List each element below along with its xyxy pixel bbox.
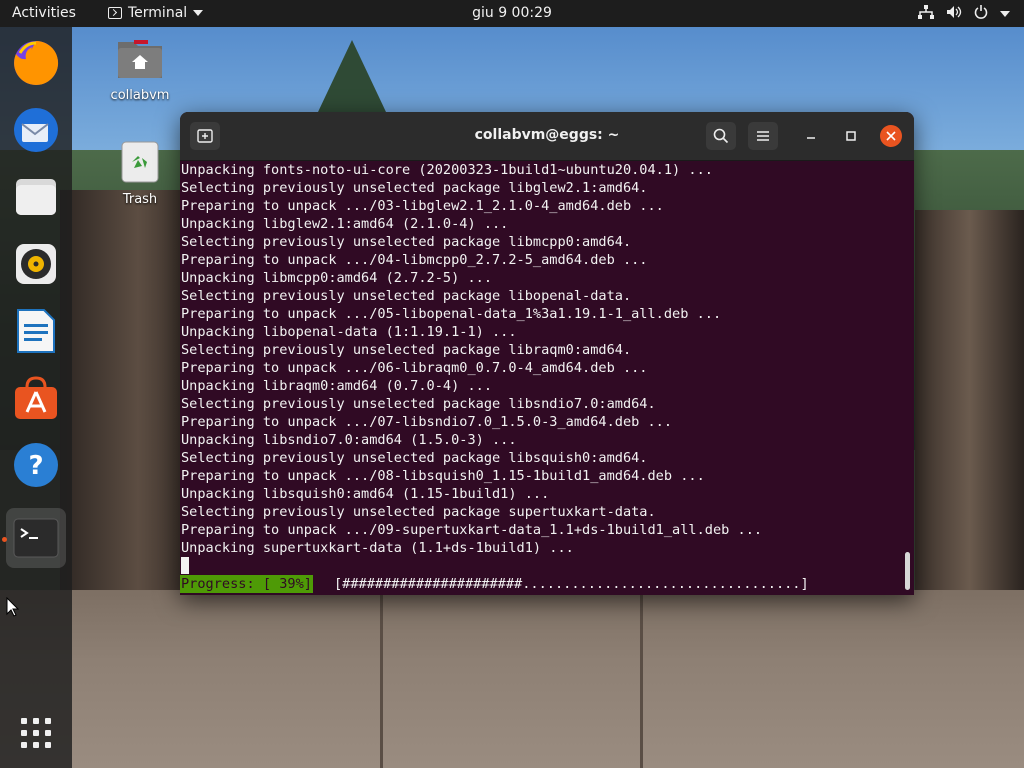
- terminal-line: Preparing to unpack .../04-libmcpp0_2.7.…: [181, 252, 648, 268]
- dock-help[interactable]: ?: [6, 435, 66, 495]
- terminal-line: Selecting previously unselected package …: [181, 504, 656, 520]
- terminal-window: collabvm@eggs: ~ Unpacking fonts-noto-ui…: [180, 112, 914, 595]
- rhythmbox-icon: [16, 244, 56, 284]
- terminal-line: Selecting previously unselected package …: [181, 342, 632, 358]
- search-button[interactable]: [706, 122, 736, 150]
- terminal-line: Preparing to unpack .../09-supertuxkart-…: [181, 522, 763, 538]
- writer-icon: [17, 309, 55, 353]
- terminal-line: Unpacking libopenal-data (1:1.19.1-1) ..…: [181, 324, 517, 340]
- terminal-icon: [108, 7, 122, 19]
- mouse-pointer-icon: [6, 596, 20, 621]
- help-icon: ?: [14, 443, 58, 487]
- terminal-line: Unpacking libsndio7.0:amd64 (1.5.0-3) ..…: [181, 432, 517, 448]
- terminal-line: Unpacking libglew2.1:amd64 (2.1.0-4) ...: [181, 216, 509, 232]
- search-icon: [713, 128, 729, 144]
- close-button[interactable]: [880, 125, 902, 147]
- dock-terminal[interactable]: [6, 508, 66, 568]
- dock-writer[interactable]: [6, 301, 66, 361]
- files-icon: [16, 179, 56, 215]
- chevron-down-icon: [1000, 11, 1010, 17]
- trash-icon: [100, 140, 180, 188]
- maximize-button[interactable]: [840, 125, 862, 147]
- show-applications-button[interactable]: [6, 703, 66, 763]
- terminal-line: Unpacking libsquish0:amd64 (1.15-1build1…: [181, 486, 550, 502]
- progress-label: Progress: [ 39%]: [180, 575, 313, 593]
- dock: ?: [0, 27, 72, 768]
- terminal-line: Preparing to unpack .../03-libglew2.1_2.…: [181, 198, 664, 214]
- top-bar: Activities Terminal giu 9 00:29: [0, 0, 1024, 27]
- desktop-icon-home[interactable]: collabvm: [100, 36, 180, 103]
- minimize-icon: [807, 137, 815, 139]
- terminal-line: Unpacking fonts-noto-ui-core (20200323-1…: [181, 162, 713, 178]
- terminal-line: Unpacking libraqm0:amd64 (0.7.0-4) ...: [181, 378, 492, 394]
- svg-text:?: ?: [28, 451, 43, 481]
- chevron-down-icon: [193, 10, 204, 16]
- dock-firefox[interactable]: [6, 33, 66, 93]
- firefox-icon: [14, 40, 59, 85]
- terminal-line: Selecting previously unselected package …: [181, 234, 632, 250]
- window-titlebar[interactable]: collabvm@eggs: ~: [180, 112, 914, 161]
- running-indicator: [2, 537, 7, 542]
- close-icon: [886, 131, 896, 141]
- app-menu-label: Terminal: [128, 5, 188, 21]
- home-folder-icon: [100, 36, 180, 84]
- dock-thunderbird[interactable]: [6, 100, 66, 160]
- terminal-line: Selecting previously unselected package …: [181, 450, 648, 466]
- terminal-line: Selecting previously unselected package …: [181, 288, 632, 304]
- new-tab-icon: [197, 129, 213, 143]
- terminal-cursor: [181, 557, 189, 574]
- terminal-icon: [13, 518, 59, 558]
- dock-files[interactable]: [6, 167, 66, 227]
- power-icon: [974, 5, 988, 23]
- software-store-icon: [15, 376, 57, 419]
- progress-row: Progress: [ 39%] [######################…: [180, 575, 914, 593]
- terminal-line: Preparing to unpack .../08-libsquish0_1.…: [181, 468, 705, 484]
- activities-button[interactable]: Activities: [12, 5, 76, 21]
- desktop-icon-trash[interactable]: Trash: [100, 140, 180, 207]
- desktop-icon-label: Trash: [122, 192, 158, 207]
- network-icon: [918, 5, 934, 23]
- maximize-icon: [846, 131, 856, 141]
- menu-button[interactable]: [748, 122, 778, 150]
- terminal-line: Selecting previously unselected package …: [181, 396, 656, 412]
- minimize-button[interactable]: [800, 125, 822, 147]
- terminal-line: Selecting previously unselected package …: [181, 180, 648, 196]
- terminal-line: Unpacking supertuxkart-data (1.1+ds-1bui…: [181, 540, 574, 556]
- terminal-output[interactable]: Unpacking fonts-noto-ui-core (20200323-1…: [180, 160, 914, 595]
- progress-bar: [######################.................…: [334, 576, 809, 592]
- hamburger-menu-icon: [757, 131, 769, 141]
- terminal-line: Unpacking libmcpp0:amd64 (2.7.2-5) ...: [181, 270, 492, 286]
- system-tray[interactable]: [918, 5, 1010, 23]
- thunderbird-icon: [14, 108, 58, 152]
- terminal-line: Preparing to unpack .../07-libsndio7.0_1…: [181, 414, 673, 430]
- dock-rhythmbox[interactable]: [6, 234, 66, 294]
- terminal-line: Preparing to unpack .../05-libopenal-dat…: [181, 306, 722, 322]
- app-menu[interactable]: Terminal: [108, 5, 204, 21]
- terminal-line: Preparing to unpack .../06-libraqm0_0.7.…: [181, 360, 648, 376]
- dock-software[interactable]: [6, 368, 66, 428]
- new-tab-button[interactable]: [190, 122, 220, 150]
- app-grid-icon: [21, 718, 51, 748]
- volume-icon: [946, 5, 962, 23]
- terminal-scrollbar[interactable]: [905, 552, 910, 590]
- desktop-icon-label: collabvm: [110, 88, 170, 103]
